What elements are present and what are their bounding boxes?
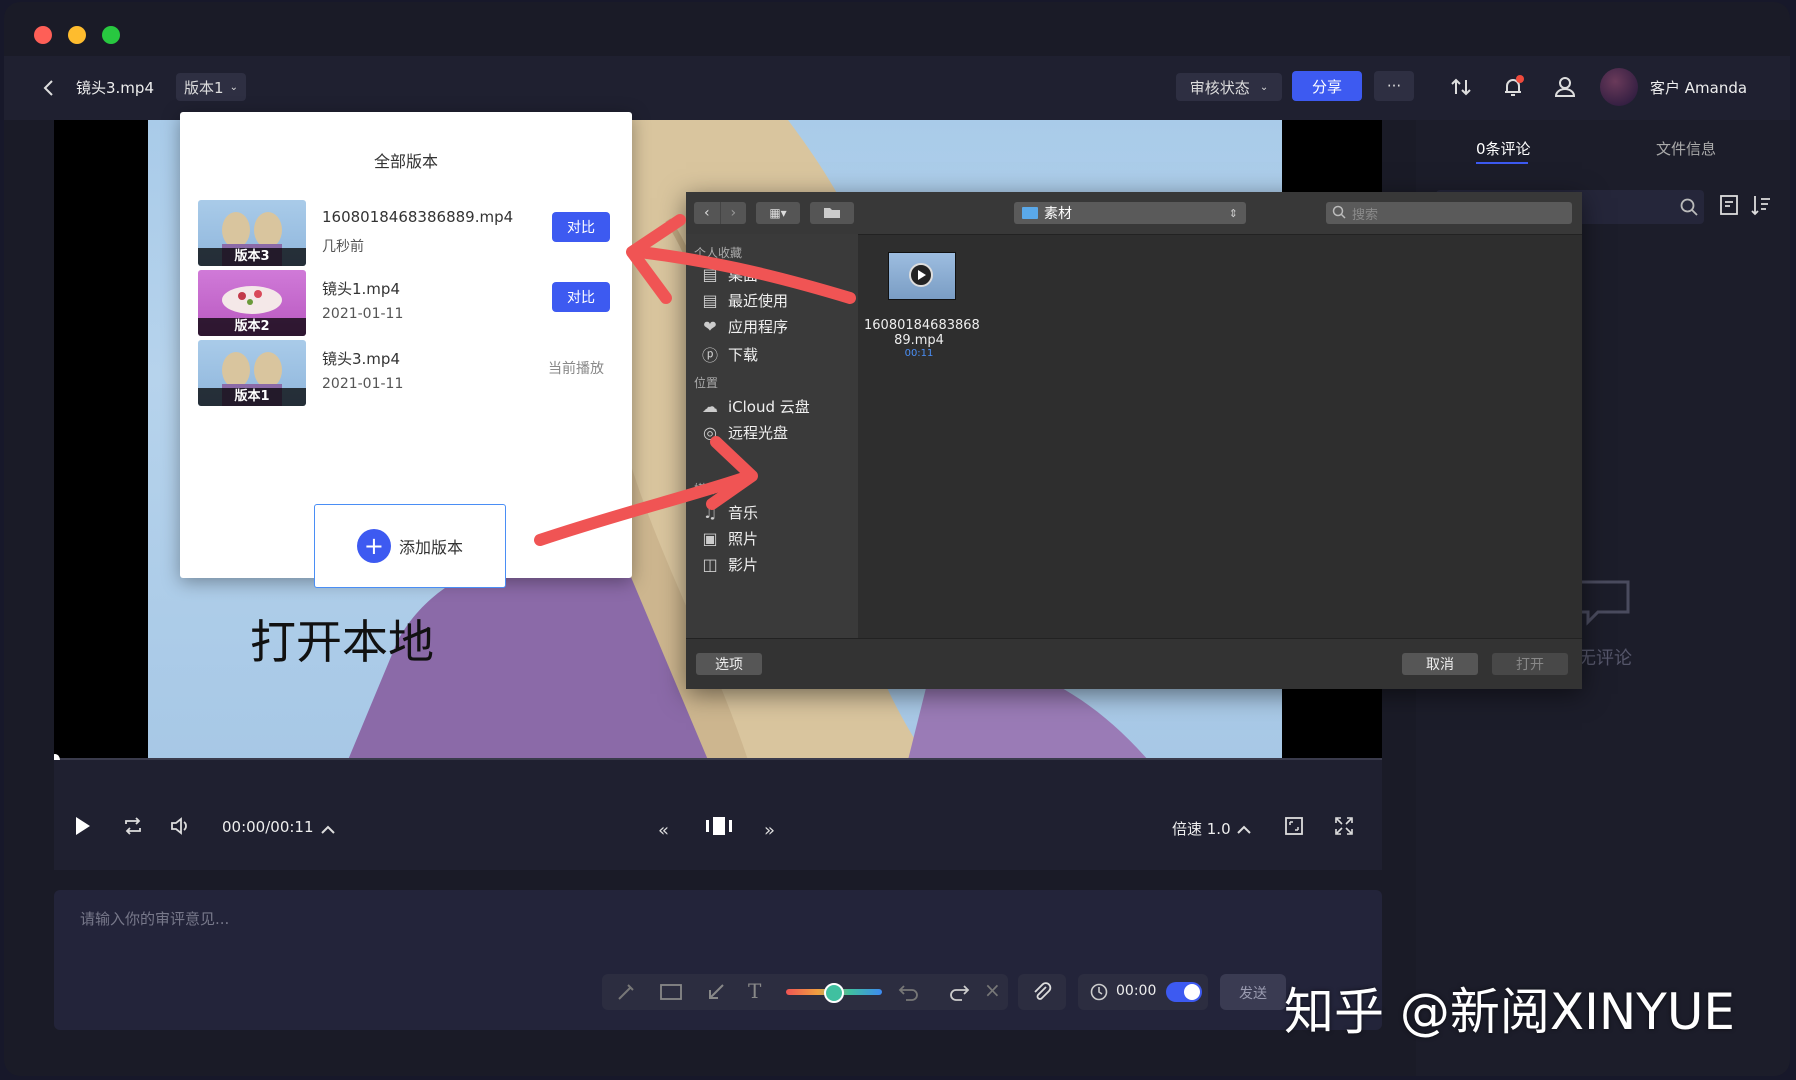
watermark: 知乎 @新阅XINYUE <box>1284 983 1736 1041</box>
app-window: 镜头3.mp4 版本1 ⌄ 审核状态 ⌄ 分享 ··· 客户 Amanda 0条… <box>4 2 1790 1076</box>
arrow-to-versions <box>634 246 856 304</box>
arrow-head-right <box>706 436 758 510</box>
annotation-arrows <box>534 214 856 546</box>
